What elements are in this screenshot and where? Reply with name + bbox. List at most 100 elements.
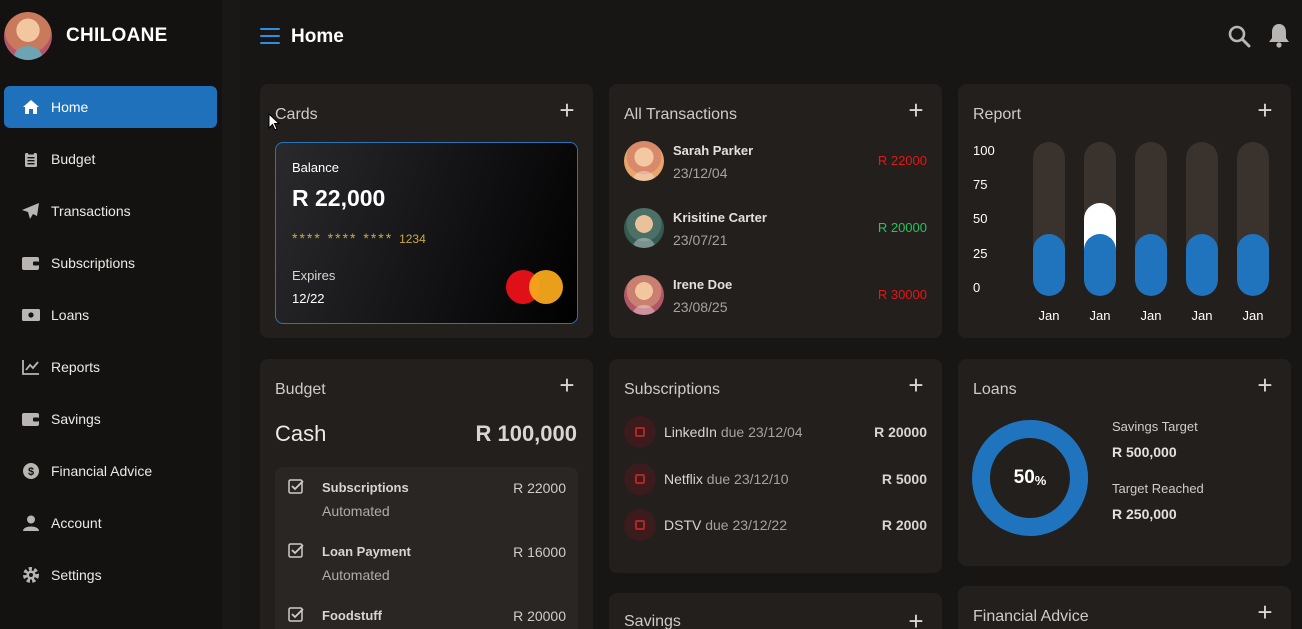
savings-target-label: Savings Target — [1112, 419, 1198, 434]
transaction-amount: R 22000 — [877, 153, 927, 168]
report-bar[interactable] — [1237, 142, 1269, 296]
panel-title: Subscriptions — [624, 381, 721, 398]
report-bar-fill — [1033, 234, 1065, 296]
panel-title: Loans — [973, 381, 1017, 398]
balance-label: Balance — [292, 160, 339, 175]
avatar[interactable] — [4, 12, 52, 60]
bank-card[interactable]: Balance R 22,000 **** **** **** 1234 Exp… — [275, 142, 578, 324]
sidebar-item-home[interactable]: Home — [4, 86, 217, 128]
subscription-row[interactable]: LinkedIn due 23/12/04 R 20000 — [624, 416, 927, 450]
subscription-icon — [624, 509, 656, 541]
add-financial-advice-button[interactable]: + — [1255, 599, 1275, 625]
transaction-row[interactable]: Irene Doe 23/08/25 R 30000 — [624, 273, 927, 317]
subscription-amount: R 5000 — [881, 471, 927, 487]
sidebar-item-label: Budget — [51, 151, 96, 167]
report-bar-fill — [1186, 234, 1218, 296]
clipboard-icon — [22, 150, 40, 168]
subscription-icon — [624, 463, 656, 495]
x-axis-label: Jan — [1089, 308, 1111, 323]
add-report-button[interactable]: + — [1255, 97, 1275, 123]
sidebar-item-subscriptions[interactable]: Subscriptions — [4, 242, 217, 284]
mouse-cursor-icon — [268, 113, 280, 131]
add-card-button[interactable]: + — [557, 97, 577, 123]
budget-panel: Budget + Cash R 100,000 Subscriptions Au… — [260, 359, 593, 629]
hamburger-menu-icon[interactable] — [260, 28, 280, 44]
checkbox-checked-icon[interactable] — [288, 479, 304, 495]
wallet-icon — [22, 254, 40, 272]
list-item[interactable]: Subscriptions Automated R 22000 — [275, 467, 578, 519]
sidebar-item-label: Savings — [51, 411, 101, 427]
sidebar-item-savings[interactable]: Savings — [4, 398, 217, 440]
x-axis-label: Jan — [1242, 308, 1264, 323]
budget-item-name: Foodstuff — [322, 608, 382, 623]
card-number-masked: **** **** **** — [292, 230, 400, 246]
target-reached-label: Target Reached — [1112, 481, 1204, 496]
report-bar[interactable] — [1186, 142, 1218, 296]
subscription-icon — [624, 416, 656, 448]
checkbox-checked-icon[interactable] — [288, 607, 304, 623]
bell-icon[interactable] — [1267, 22, 1291, 48]
cash-value: R 100,000 — [475, 421, 577, 446]
transaction-row[interactable]: Sarah Parker 23/12/04 R 22000 — [624, 139, 927, 183]
sidebar-item-settings[interactable]: Settings — [4, 554, 217, 596]
avatar — [624, 208, 664, 248]
expires-value: 12/22 — [292, 291, 325, 306]
subscription-row[interactable]: Netflix due 23/12/10 R 5000 — [624, 463, 927, 497]
subscription-name: DSTV — [664, 517, 702, 533]
panel-title: Budget — [275, 381, 326, 398]
transaction-amount: R 30000 — [877, 287, 927, 302]
loan-percent-value: 50 — [1013, 467, 1035, 488]
budget-item-name: Loan Payment — [322, 544, 411, 559]
sidebar-item-label: Reports — [51, 359, 101, 375]
report-bar[interactable] — [1084, 142, 1116, 296]
sidebar-item-label: Account — [51, 515, 102, 531]
subscription-name: Netflix — [664, 471, 703, 487]
sidebar-item-label: Financial Advice — [51, 463, 153, 479]
gear-icon — [22, 566, 40, 584]
sidebar-item-loans[interactable]: Loans — [4, 294, 217, 336]
savings-panel: Savings + — [609, 593, 942, 629]
checkbox-checked-icon[interactable] — [288, 543, 304, 559]
target-reached-value: R 250,000 — [1112, 506, 1177, 522]
home-icon — [22, 98, 40, 116]
report-bar[interactable] — [1033, 142, 1065, 296]
transaction-name: Krisitine Carter — [673, 210, 767, 225]
sidebar-item-label: Loans — [51, 307, 90, 323]
sidebar-scrollbar[interactable] — [222, 0, 240, 629]
sidebar-item-label: Settings — [51, 567, 102, 583]
add-loan-button[interactable]: + — [1255, 372, 1275, 398]
money-bill-icon — [22, 306, 40, 324]
list-item[interactable]: Foodstuff R 20000 — [275, 595, 578, 629]
transaction-amount: R 20000 — [877, 220, 927, 235]
subscription-row[interactable]: DSTV due 23/12/22 R 2000 — [624, 509, 927, 543]
sidebar-item-transactions[interactable]: Transactions — [4, 190, 217, 232]
loan-percent-sign: % — [1034, 472, 1047, 488]
transaction-row[interactable]: Krisitine Carter 23/07/21 R 20000 — [624, 206, 927, 250]
add-transaction-button[interactable]: + — [906, 97, 926, 123]
card-number: **** **** **** 1234 — [292, 230, 426, 246]
budget-item-amount: R 16000 — [513, 544, 566, 560]
loans-panel: Loans + 50% Savings Target R 500,000 Tar… — [958, 359, 1291, 566]
sidebar-item-account[interactable]: Account — [4, 502, 217, 544]
search-icon[interactable] — [1227, 24, 1251, 48]
budget-item-amount: R 20000 — [513, 608, 566, 624]
sidebar-item-reports[interactable]: Reports — [4, 346, 217, 388]
subscription-name: LinkedIn — [664, 424, 717, 440]
sidebar-item-financial-advice[interactable]: $ Financial Advice — [4, 450, 217, 492]
expires-label: Expires — [292, 268, 336, 283]
report-bar[interactable] — [1135, 142, 1167, 296]
panel-title: Financial Advice — [973, 608, 1089, 625]
add-subscription-button[interactable]: + — [906, 372, 926, 398]
list-item[interactable]: Loan Payment Automated R 16000 — [275, 531, 578, 583]
y-axis-tick: 25 — [973, 246, 988, 261]
sidebar-item-label: Home — [51, 99, 89, 115]
subscription-due: due 23/12/10 — [706, 471, 789, 487]
sidebar-item-budget[interactable]: Budget — [4, 138, 217, 180]
add-savings-button[interactable]: + — [906, 608, 926, 629]
sidebar-item-label: Subscriptions — [51, 255, 136, 271]
panel-title: All Transactions — [624, 106, 737, 123]
add-budget-button[interactable]: + — [557, 372, 577, 398]
panel-title: Cards — [275, 106, 318, 123]
x-axis-label: Jan — [1140, 308, 1162, 323]
subscriptions-panel: Subscriptions + LinkedIn due 23/12/04 R … — [609, 359, 942, 573]
